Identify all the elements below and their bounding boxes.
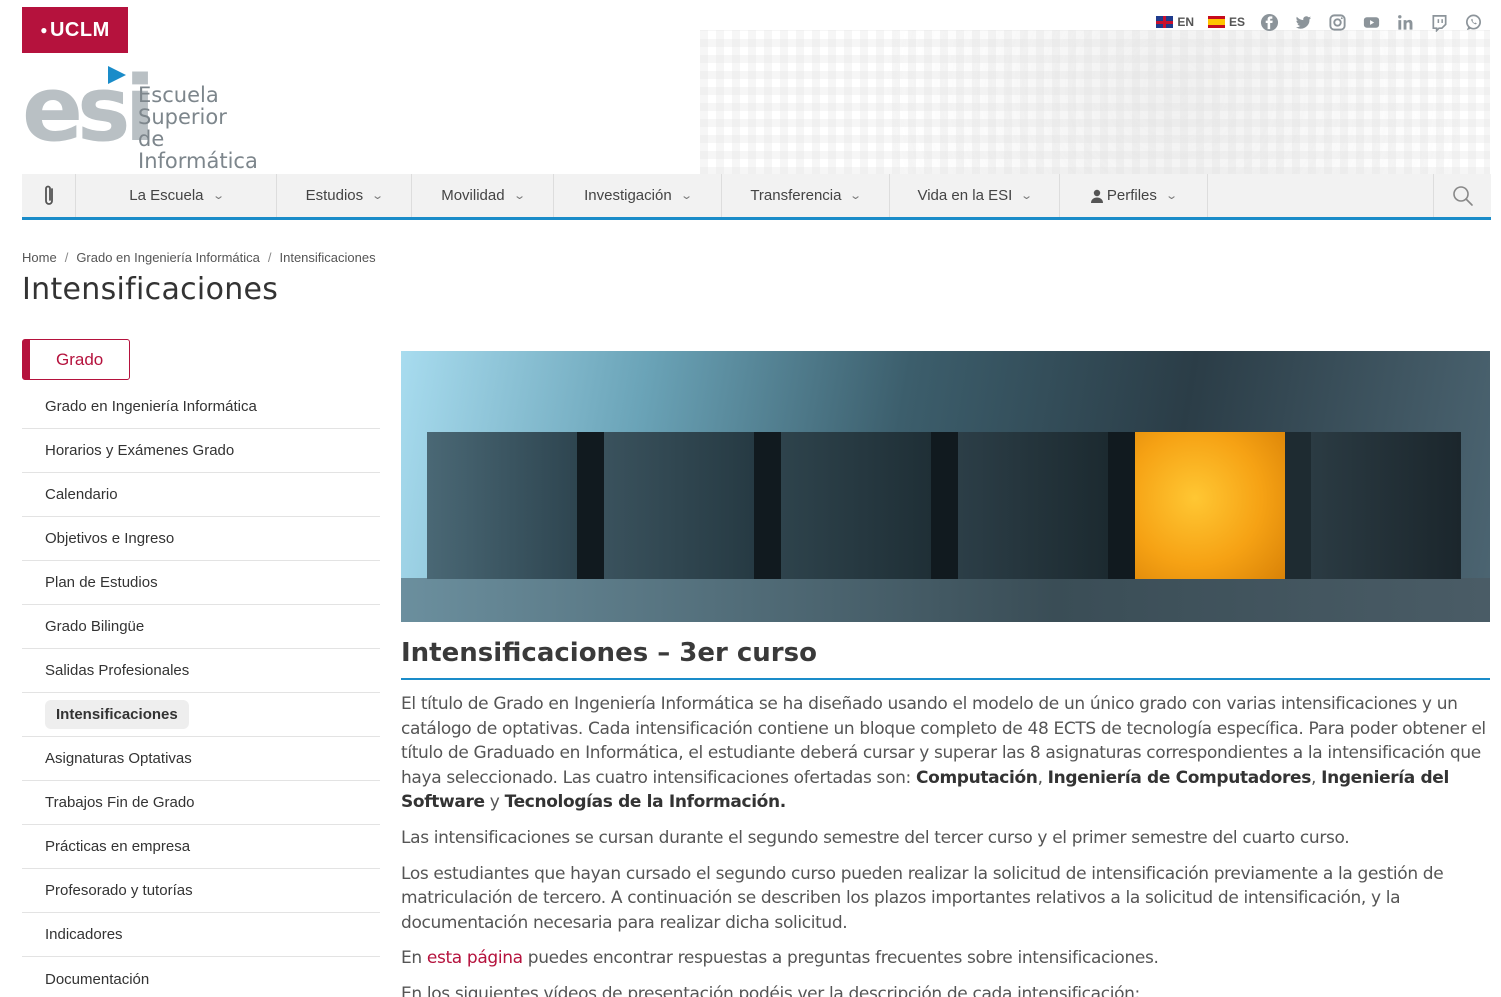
sidebar: Grado Grado en Ingeniería Informática Ho… [22, 339, 380, 997]
linkedin-icon[interactable] [1395, 12, 1415, 32]
sidebar-item-salidas[interactable]: Salidas Profesionales [22, 649, 380, 693]
nav-vida-en-la-esi[interactable]: Vida en la ESI ⌄ [890, 174, 1060, 217]
hero-image [401, 351, 1490, 622]
header-decoration [700, 30, 1490, 175]
hero-floor [401, 578, 1490, 622]
sidebar-item-bilingue[interactable]: Grado Bilingüe [22, 605, 380, 649]
paragraph-solicitud: Los estudiantes que hayan cursado el seg… [401, 863, 1444, 933]
uclm-mark-icon: ● [40, 23, 48, 37]
sidebar-item-tfg[interactable]: Trabajos Fin de Grado [22, 781, 380, 825]
chevron-down-icon: ⌄ [679, 190, 693, 202]
hero-cube [958, 432, 1136, 579]
twitter-icon[interactable] [1293, 12, 1313, 32]
hero-cube [427, 432, 605, 579]
nav-investigacion[interactable]: Investigación ⌄ [554, 174, 722, 217]
twitch-icon[interactable] [1429, 12, 1449, 32]
chevron-down-icon: ⌄ [512, 190, 526, 202]
sidebar-item-horarios[interactable]: Horarios y Exámenes Grado [22, 429, 380, 473]
esi-logo-word: esi [22, 57, 155, 162]
user-icon [1090, 189, 1103, 203]
facebook-icon[interactable] [1259, 12, 1279, 32]
uclm-logo-text: UCLM [49, 18, 110, 41]
hero-cube-highlight [1135, 432, 1313, 579]
main-content: El título de Grado en Ingeniería Informá… [401, 692, 1493, 997]
paragraph-intro: El título de Grado en Ingeniería Informá… [401, 694, 1486, 813]
site-header: ● UCLM esi Escuela Superior de Informáti… [0, 0, 1501, 175]
faq-link[interactable]: esta página [427, 948, 523, 968]
esi-arrow-icon [108, 66, 126, 84]
sidebar-list: Grado en Ingeniería Informática Horarios… [22, 385, 380, 997]
section-title: Intensificaciones – 3er curso [401, 638, 1490, 680]
whatsapp-icon[interactable] [1463, 12, 1483, 32]
hero-cube [1311, 432, 1461, 579]
youtube-icon[interactable] [1361, 12, 1381, 32]
breadcrumb-current: Intensificaciones [279, 250, 376, 265]
search-icon[interactable] [1433, 174, 1491, 217]
sidebar-item-intensificaciones[interactable]: Intensificaciones [22, 693, 380, 737]
page-title: Intensificaciones [22, 272, 279, 307]
hero-cube [781, 432, 959, 579]
sidebar-item-optativas[interactable]: Asignaturas Optativas [22, 737, 380, 781]
nav-estudios[interactable]: Estudios ⌄ [277, 174, 412, 217]
paragraph-videos: En los siguientes vídeos de presentación… [401, 983, 1140, 997]
lang-en-link[interactable]: EN [1156, 15, 1194, 29]
sidebar-item-calendario[interactable]: Calendario [22, 473, 380, 517]
spain-flag-icon [1207, 16, 1225, 28]
sidebar-item-indicadores[interactable]: Indicadores [22, 913, 380, 957]
sidebar-item-documentacion[interactable]: Documentación [22, 957, 380, 997]
sidebar-heading-grado[interactable]: Grado [22, 339, 130, 380]
breadcrumb-home[interactable]: Home [22, 250, 57, 265]
sidebar-item-profesorado[interactable]: Profesorado y tutorías [22, 869, 380, 913]
uclm-logo[interactable]: ● UCLM [22, 7, 128, 53]
sidebar-item-plan-estudios[interactable]: Plan de Estudios [22, 561, 380, 605]
paragraph-semestres: Las intensificaciones se cursan durante … [401, 827, 1350, 848]
esi-logo-text: Escuela Superior de Informática [138, 83, 258, 173]
uk-flag-icon [1156, 16, 1174, 28]
hero-cube [604, 432, 782, 579]
instagram-icon[interactable] [1327, 12, 1347, 32]
esi-logo[interactable]: esi Escuela Superior de Informática [22, 57, 282, 173]
chevron-down-icon: ⌄ [1020, 190, 1034, 202]
sidebar-item-practicas[interactable]: Prácticas en empresa [22, 825, 380, 869]
breadcrumb: Home / Grado en Ingeniería Informática /… [22, 250, 376, 265]
chevron-down-icon: ⌄ [371, 190, 385, 202]
chevron-down-icon: ⌄ [849, 190, 863, 202]
nav-transferencia[interactable]: Transferencia ⌄ [722, 174, 890, 217]
chevron-down-icon: ⌄ [211, 190, 225, 202]
lang-es-link[interactable]: ES [1207, 15, 1245, 29]
paragraph-faq: En esta página puedes encontrar respuest… [401, 948, 1159, 969]
main-nav: La Escuela ⌄ Estudios ⌄ Movilidad ⌄ Investi… [22, 174, 1491, 220]
top-icons: EN ES [1156, 12, 1483, 32]
nav-perfiles[interactable]: Perfiles ⌄ [1060, 174, 1208, 217]
breadcrumb-grado[interactable]: Grado en Ingeniería Informática [76, 250, 260, 265]
nav-movilidad[interactable]: Movilidad ⌄ [412, 174, 554, 217]
chevron-down-icon: ⌄ [1165, 190, 1178, 202]
sidebar-item-grado-ingenieria[interactable]: Grado en Ingeniería Informática [22, 385, 380, 429]
sidebar-item-objetivos[interactable]: Objetivos e Ingreso [22, 517, 380, 561]
paperclip-icon[interactable] [22, 174, 76, 217]
nav-la-escuela[interactable]: La Escuela ⌄ [76, 174, 277, 217]
